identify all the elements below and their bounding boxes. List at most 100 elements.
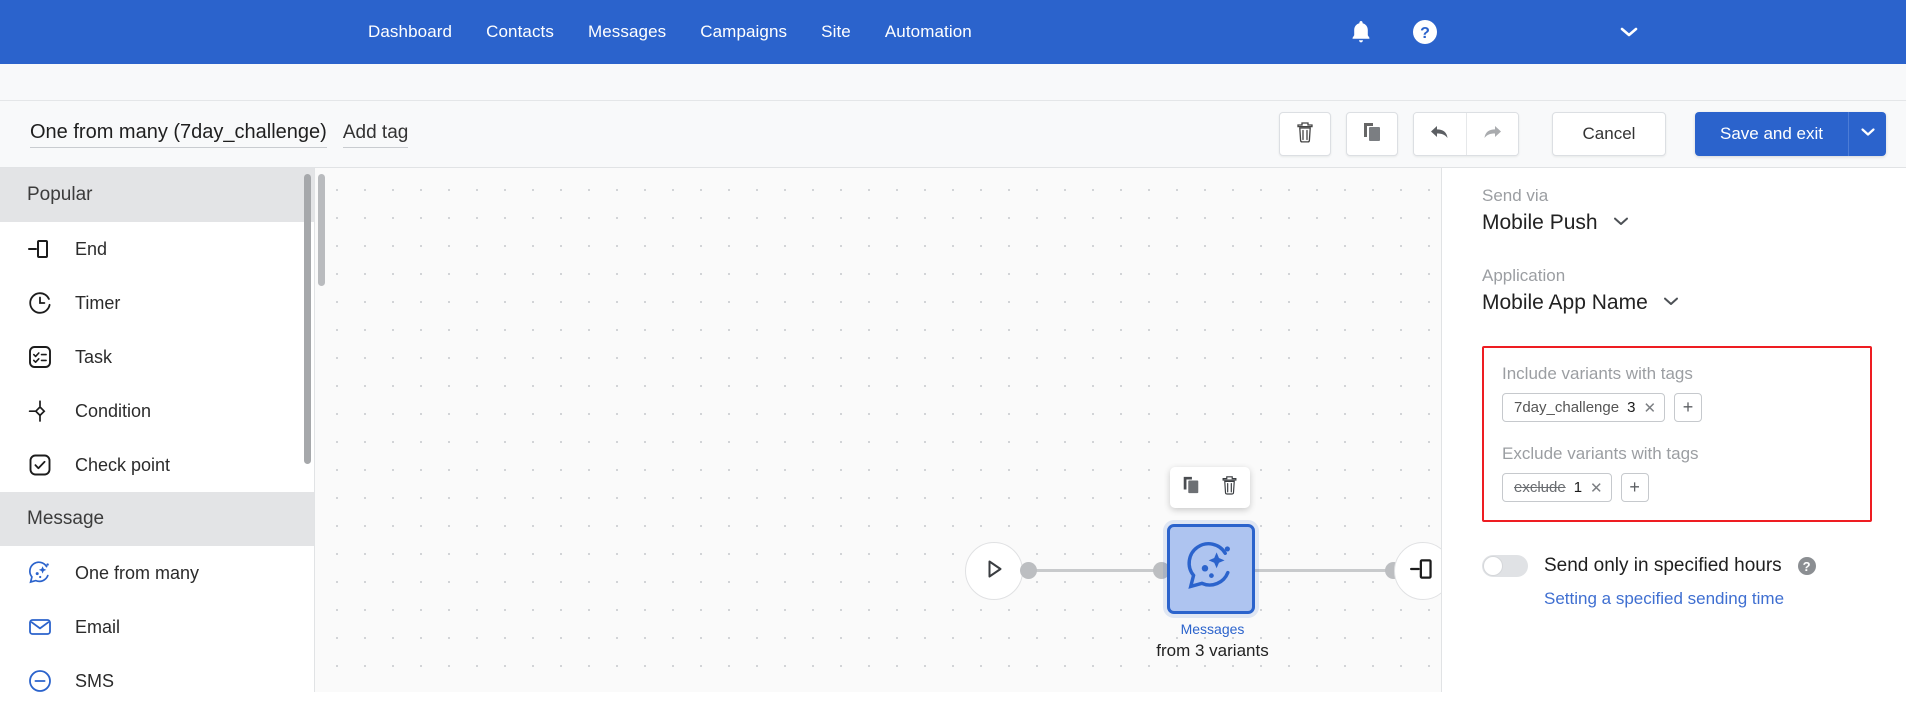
message-node-title: Messages: [1180, 621, 1245, 637]
cancel-button[interactable]: Cancel: [1551, 112, 1666, 156]
node-duplicate-button[interactable]: [1172, 471, 1210, 504]
palette-scrollbar[interactable]: [304, 174, 311, 464]
exclude-tag-name: exclude: [1514, 479, 1566, 496]
delete-button[interactable]: [1278, 112, 1331, 156]
title-group: One from many (7day_challenge) Add tag: [30, 121, 409, 148]
nav-contacts[interactable]: Contacts: [486, 22, 554, 42]
undo-button[interactable]: [1413, 113, 1466, 155]
sidebar-item-timer[interactable]: Timer: [0, 276, 314, 330]
flow-canvas[interactable]: Messages from 3 variants: [315, 168, 1441, 692]
duplicate-button[interactable]: [1345, 112, 1398, 156]
timer-clock-icon: [27, 290, 53, 316]
send-via-label: Send via: [1482, 186, 1549, 205]
sidebar-item-check-point[interactable]: Check point: [0, 438, 314, 492]
sidebar-item-email[interactable]: Email: [0, 600, 314, 654]
message-node-subtitle: from 3 variants: [1156, 641, 1269, 660]
end-node[interactable]: [1394, 542, 1441, 600]
include-tags-chip-row: 7day_challenge 3 ✕ +: [1502, 393, 1852, 422]
redo-button[interactable]: [1465, 113, 1518, 155]
start-node[interactable]: [965, 542, 1023, 600]
task-checklist-icon: [27, 344, 53, 370]
add-include-tag-button[interactable]: +: [1674, 393, 1703, 422]
include-tag-chip[interactable]: 7day_challenge 3 ✕: [1502, 393, 1666, 422]
message-node[interactable]: [1167, 524, 1255, 614]
sidebar-item-label: Check point: [75, 454, 171, 475]
sidebar-item-label: Email: [75, 616, 121, 637]
nav-site[interactable]: Site: [821, 22, 851, 42]
variant-tags-highlight-box: Include variants with tags 7day_challeng…: [1482, 346, 1872, 522]
toolbar-actions: Cancel Save and exit: [1278, 112, 1886, 156]
close-x-icon[interactable]: ✕: [1643, 399, 1656, 417]
sidebar-item-label: SMS: [75, 670, 115, 691]
send-via-value: Mobile Push: [1482, 211, 1598, 234]
one-from-many-icon: [1183, 539, 1239, 600]
end-node-icon: [27, 236, 53, 262]
end-node-icon: [1409, 555, 1437, 588]
specified-hours-toggle[interactable]: [1482, 555, 1528, 577]
sidebar-item-label: Condition: [75, 400, 152, 421]
close-x-icon[interactable]: ✕: [1590, 479, 1603, 497]
account-menu-button[interactable]: [1602, 0, 1656, 64]
sub-header-strip: [0, 64, 1906, 101]
chevron-down-icon: [1612, 214, 1630, 232]
exclude-tag-chip[interactable]: exclude 1 ✕: [1502, 473, 1612, 502]
undo-arrow-icon: [1428, 122, 1452, 147]
sidebar-item-label: Timer: [75, 292, 121, 313]
help-button[interactable]: ?: [1398, 0, 1452, 64]
help-circle-icon[interactable]: ?: [1797, 557, 1816, 575]
sidebar-item-condition[interactable]: Condition: [0, 384, 314, 438]
top-nav-right-group: ?: [1334, 0, 1906, 64]
bell-icon: [1349, 19, 1373, 45]
nav-messages[interactable]: Messages: [588, 22, 666, 42]
nav-campaigns[interactable]: Campaigns: [700, 22, 787, 42]
save-and-exit-button[interactable]: Save and exit: [1694, 112, 1848, 156]
exclude-tag-count: 1: [1573, 479, 1583, 496]
node-delete-button[interactable]: [1210, 471, 1248, 504]
specified-hours-row: Send only in specified hours ?: [1482, 555, 1872, 577]
sidebar-item-sms[interactable]: SMS: [0, 654, 314, 692]
node-context-toolbar: [1170, 467, 1250, 508]
specified-hours-label: Send only in specified hours: [1544, 555, 1782, 576]
help-circle-icon: ?: [1412, 19, 1438, 45]
top-navigation-bar: Dashboard Contacts Messages Campaigns Si…: [0, 0, 1906, 64]
sidebar-item-label: One from many: [75, 562, 200, 583]
node-settings-panel: Send via Mobile Push Application Mobile …: [1441, 168, 1906, 692]
nav-automation[interactable]: Automation: [885, 22, 972, 42]
sidebar-item-one-from-many[interactable]: One from many: [0, 546, 314, 600]
chevron-down-icon: [1662, 294, 1680, 312]
edge-message-to-end: [1255, 569, 1395, 572]
send-via-select[interactable]: Mobile Push: [1482, 211, 1872, 235]
sidebar-item-task[interactable]: Task: [0, 330, 314, 384]
sidebar-item-end[interactable]: End: [0, 222, 314, 276]
edge-start-to-message: [1027, 569, 1159, 572]
add-exclude-tag-button[interactable]: +: [1620, 473, 1649, 502]
editor-toolbar: One from many (7day_challenge) Add tag C…: [0, 101, 1906, 168]
application-select[interactable]: Mobile App Name: [1482, 291, 1872, 315]
application-value: Mobile App Name: [1482, 291, 1648, 314]
canvas-scrollbar[interactable]: [318, 174, 325, 286]
nav-dashboard[interactable]: Dashboard: [368, 22, 452, 42]
sidebar-item-label: Task: [75, 346, 113, 367]
play-triangle-icon: [981, 556, 1007, 587]
port-start-out[interactable]: [1020, 562, 1037, 579]
sms-icon: [27, 668, 53, 692]
add-tag-button[interactable]: Add tag: [342, 122, 409, 148]
include-tag-count: 3: [1627, 399, 1636, 416]
message-node-caption: Messages from 3 variants: [1105, 618, 1320, 662]
palette-section-message: Message: [0, 492, 314, 546]
save-options-button[interactable]: [1848, 112, 1886, 156]
specified-sending-time-link[interactable]: Setting a specified sending time: [1544, 589, 1872, 609]
check-point-icon: [27, 452, 53, 478]
palette-section-popular: Popular: [0, 168, 314, 222]
flow-title[interactable]: One from many (7day_challenge): [30, 121, 327, 148]
include-tags-label: Include variants with tags: [1502, 364, 1693, 383]
redo-arrow-icon: [1480, 122, 1504, 147]
one-from-many-icon: [27, 560, 53, 586]
toggle-knob: [1483, 556, 1503, 576]
chevron-down-icon: [1860, 125, 1876, 143]
trash-icon: [1220, 475, 1239, 500]
undo-redo-group: [1412, 112, 1519, 156]
notifications-button[interactable]: [1334, 0, 1388, 64]
include-tag-name: 7day_challenge: [1514, 399, 1620, 416]
email-envelope-icon: [27, 614, 53, 640]
